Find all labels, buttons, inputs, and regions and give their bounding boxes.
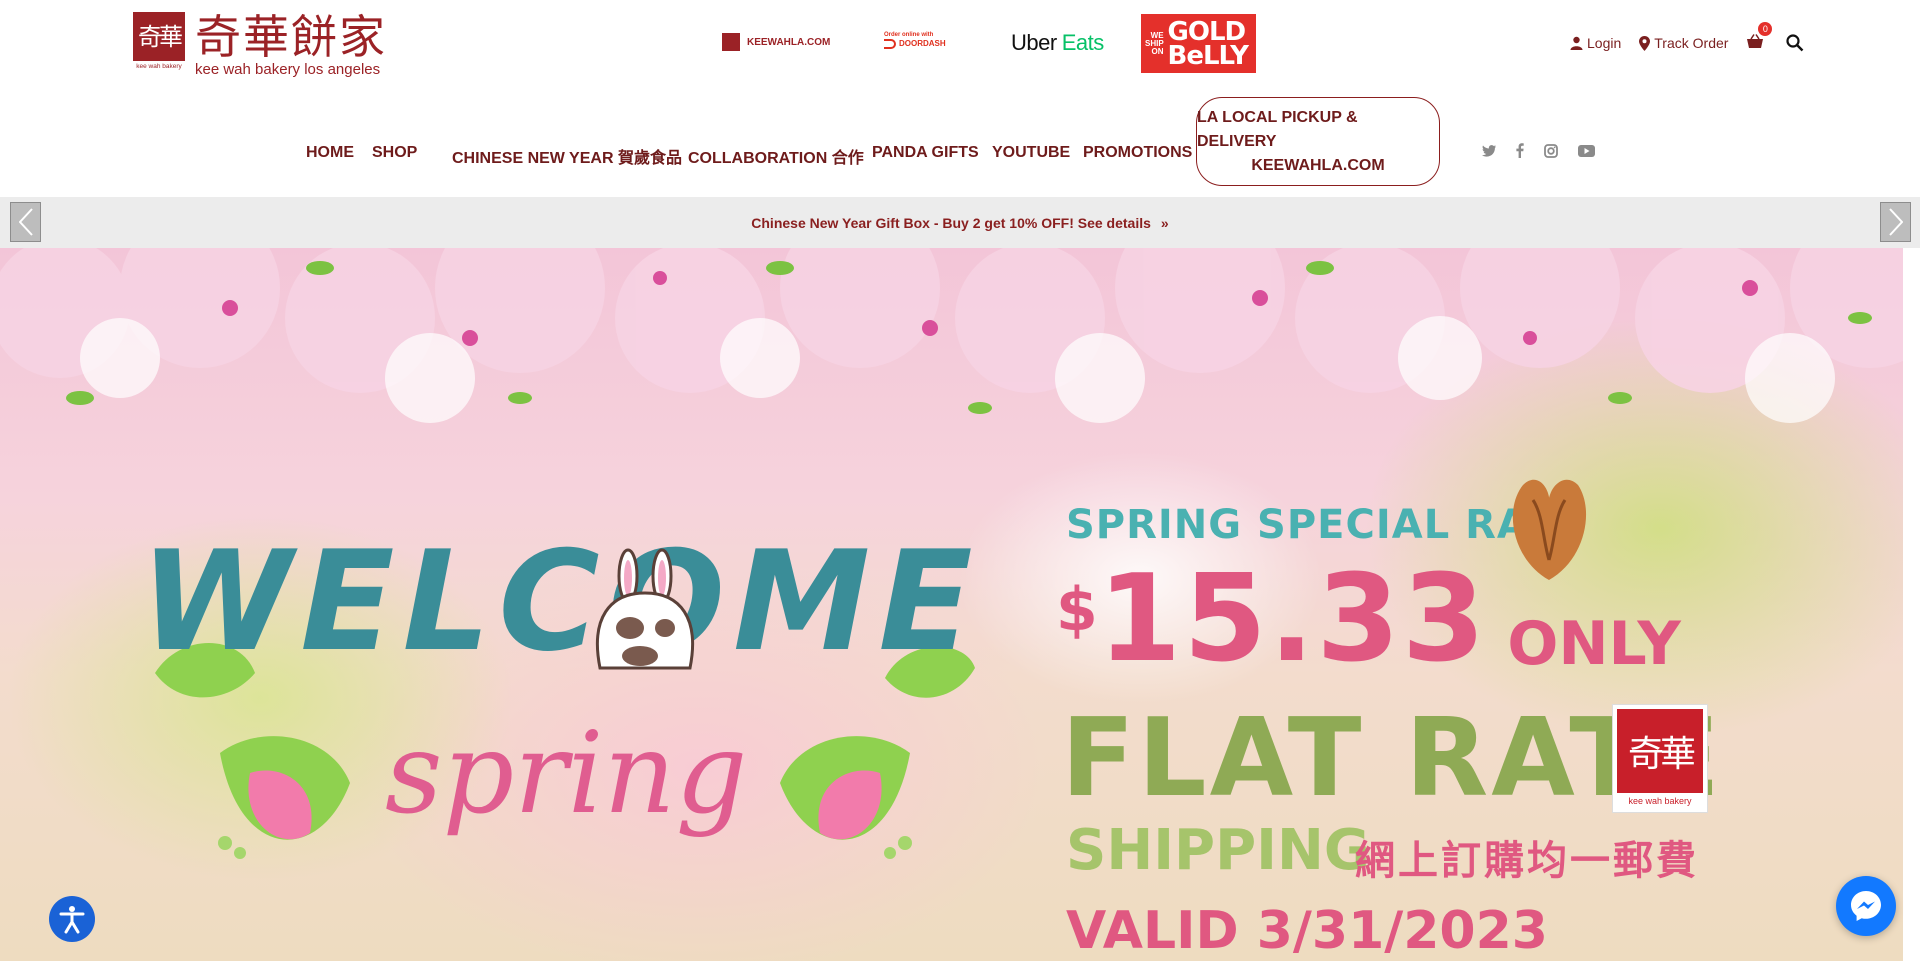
track-order-label: Track Order (1654, 35, 1729, 51)
keewahla-link[interactable]: KEEWAHLA.COM (722, 33, 830, 51)
keewahla-logo-icon (722, 33, 740, 51)
hero-price-amount: 15.33 (1097, 550, 1488, 689)
login-label: Login (1587, 35, 1622, 51)
hero-valid-date-text: VALID 3/31/2023 (1066, 901, 1548, 961)
hero-welcome-text: WELCOME (140, 521, 981, 682)
messenger-chat-button[interactable] (1836, 876, 1896, 936)
doordash-logo: DOORDASH (884, 39, 946, 49)
hero-price-only: ONLY (1507, 609, 1681, 679)
doordash-label: DOORDASH (899, 39, 946, 48)
youtube-link[interactable] (1578, 144, 1595, 157)
doordash-icon (884, 39, 896, 49)
announcement-link[interactable]: Chinese New Year Gift Box - Buy 2 get 10… (0, 215, 1920, 231)
ubereats-link[interactable]: Uber Eats (1011, 30, 1104, 56)
right-flower-decoration (780, 736, 912, 859)
goldbelly-link[interactable]: WE SHIP ON GOLD BeLLY (1141, 14, 1256, 73)
chevron-right-icon (1888, 208, 1903, 236)
announcement-text: Chinese New Year Gift Box - Buy 2 get 10… (751, 215, 1151, 231)
cta-line-2: KEEWAHLA.COM (1251, 156, 1385, 174)
nav-chinese-new-year[interactable]: CHINESE NEW YEAR 賀歲食品 (452, 144, 682, 168)
accessibility-button[interactable] (49, 896, 95, 942)
login-link[interactable]: Login (1570, 35, 1621, 51)
nav-shop[interactable]: SHOP (372, 144, 417, 162)
double-chevron-right-icon: » (1160, 215, 1169, 231)
nav-youtube[interactable]: YOUTUBE (992, 144, 1070, 162)
hero-banner[interactable]: WELCOME spring SPRING SPECIAL RATE $ 15.… (0, 248, 1903, 961)
user-links: Login Track Order 0 (1570, 22, 1804, 52)
messenger-icon (1851, 891, 1881, 921)
hero-logo-chars: 奇華 (1617, 709, 1703, 793)
youtube-icon (1578, 144, 1595, 157)
panda-bunny-icon (595, 548, 695, 670)
cart-icon (1747, 34, 1764, 48)
hero-price: $ 15.33 ONLY (1056, 560, 1681, 680)
doordash-link[interactable]: Order online with DOORDASH (884, 32, 946, 49)
goldbelly-label: GOLD BeLLY (1167, 16, 1249, 71)
map-pin-icon (1639, 35, 1651, 51)
search-icon (1786, 34, 1804, 52)
announcement-bar: Chinese New Year Gift Box - Buy 2 get 10… (0, 197, 1920, 248)
hero-keewah-logo: 奇華 kee wah bakery (1612, 704, 1708, 813)
cta-line-1: LA LOCAL PICKUP & DELIVERY (1197, 108, 1358, 150)
left-flower-decoration (218, 736, 350, 859)
facebook-link[interactable] (1516, 143, 1524, 158)
accessibility-icon (59, 906, 85, 934)
social-links (1482, 143, 1615, 158)
nav-panda-gifts[interactable]: PANDA GIFTS (872, 144, 979, 162)
hero-shipping-text: SHIPPING (1066, 818, 1370, 883)
twitter-icon (1482, 144, 1496, 157)
doordash-small-label: Order online with (884, 32, 934, 38)
announcement-next-button[interactable] (1880, 202, 1911, 242)
nav-promotions[interactable]: PROMOTIONS (1083, 144, 1192, 162)
keewahla-label: KEEWAHLA.COM (747, 36, 831, 48)
hero-price-currency: $ (1056, 575, 1098, 645)
cherry-blossom-decoration (0, 248, 1903, 423)
nav-collaboration[interactable]: COLLABORATION 合作 (688, 144, 864, 168)
instagram-link[interactable] (1544, 143, 1558, 158)
site-header: 奇華 kee wah bakery 奇華餅家 kee wah bakery lo… (0, 0, 1920, 197)
hero-logo-caption: kee wah bakery (1628, 796, 1692, 806)
ubereats-eats-label: Eats (1061, 30, 1105, 55)
nav-home[interactable]: HOME (306, 144, 354, 162)
instagram-icon (1544, 143, 1558, 158)
search-button[interactable] (1786, 34, 1804, 52)
twitter-link[interactable] (1482, 144, 1496, 157)
hero-spring-text: spring (385, 709, 748, 839)
user-icon (1570, 36, 1583, 50)
cart-count-badge: 0 (1758, 22, 1773, 36)
local-pickup-delivery-button[interactable]: LA LOCAL PICKUP & DELIVERY KEEWAHLA.COM (1196, 97, 1440, 186)
track-order-link[interactable]: Track Order (1639, 35, 1728, 51)
facebook-icon (1516, 143, 1524, 158)
cart-button[interactable]: 0 (1746, 22, 1773, 52)
hero-chinese-shipping-text: 網上訂購均一郵費 (1355, 838, 1699, 884)
goldbelly-small-label: WE SHIP ON (1145, 30, 1164, 56)
ubereats-uber-label: Uber (1011, 30, 1057, 55)
